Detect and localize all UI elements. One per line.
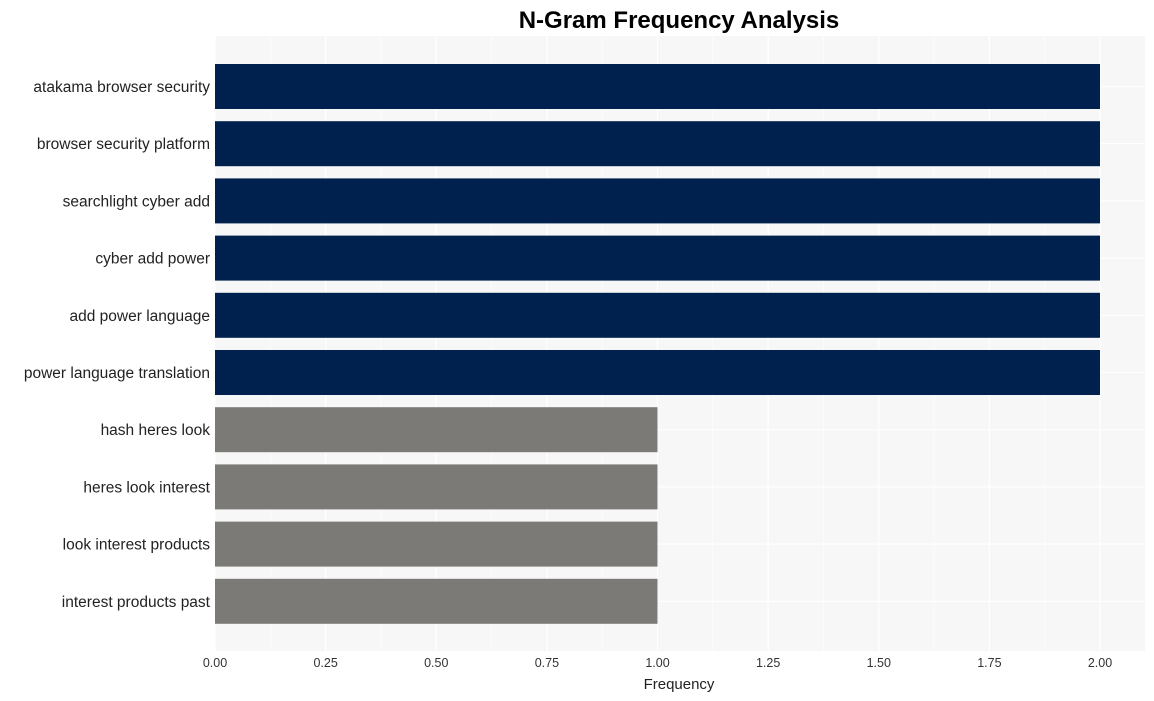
y-tick-label: interest products past xyxy=(62,594,211,611)
bar xyxy=(215,64,1100,109)
x-tick-label: 1.00 xyxy=(645,656,669,670)
bar xyxy=(215,521,658,567)
y-tick-label: searchlight cyber add xyxy=(63,193,210,210)
x-tick-label: 1.50 xyxy=(867,656,891,670)
chart-title: N-Gram Frequency Analysis xyxy=(519,7,840,34)
y-tick-label: power language translation xyxy=(24,365,210,382)
y-tick-label: cyber add power xyxy=(95,251,210,268)
y-tick-label: atakama browser security xyxy=(33,79,210,96)
bar xyxy=(215,407,658,453)
x-tick-label: 0.50 xyxy=(424,656,448,670)
bar xyxy=(215,292,1100,338)
y-tick-label: add power language xyxy=(70,308,210,325)
x-tick-label: 0.25 xyxy=(313,656,337,670)
x-tick-label: 1.75 xyxy=(977,656,1001,670)
bar xyxy=(215,578,658,624)
bar xyxy=(215,350,1100,395)
x-axis-label: Frequency xyxy=(644,676,715,693)
x-tick-label: 0.00 xyxy=(203,656,227,670)
bar xyxy=(215,178,1100,224)
y-tick-label: heres look interest xyxy=(83,479,210,496)
bar xyxy=(215,121,1100,167)
y-tick-label: look interest products xyxy=(63,537,211,554)
x-tick-label: 2.00 xyxy=(1088,656,1112,670)
ngram-bar-chart: N-Gram Frequency Analysis atakama browse… xyxy=(24,7,1145,693)
x-tick-label: 1.25 xyxy=(756,656,780,670)
y-tick-label: hash heres look xyxy=(101,422,211,439)
y-tick-label: browser security platform xyxy=(37,136,210,153)
bar xyxy=(215,464,658,510)
x-tick-label: 0.75 xyxy=(535,656,559,670)
y-axis-labels: atakama browser security browser security… xyxy=(24,79,211,611)
bar xyxy=(215,235,1100,281)
x-axis-ticks: 0.00 0.25 0.50 0.75 1.00 1.25 1.50 1.75 2.00 xyxy=(203,656,1112,670)
